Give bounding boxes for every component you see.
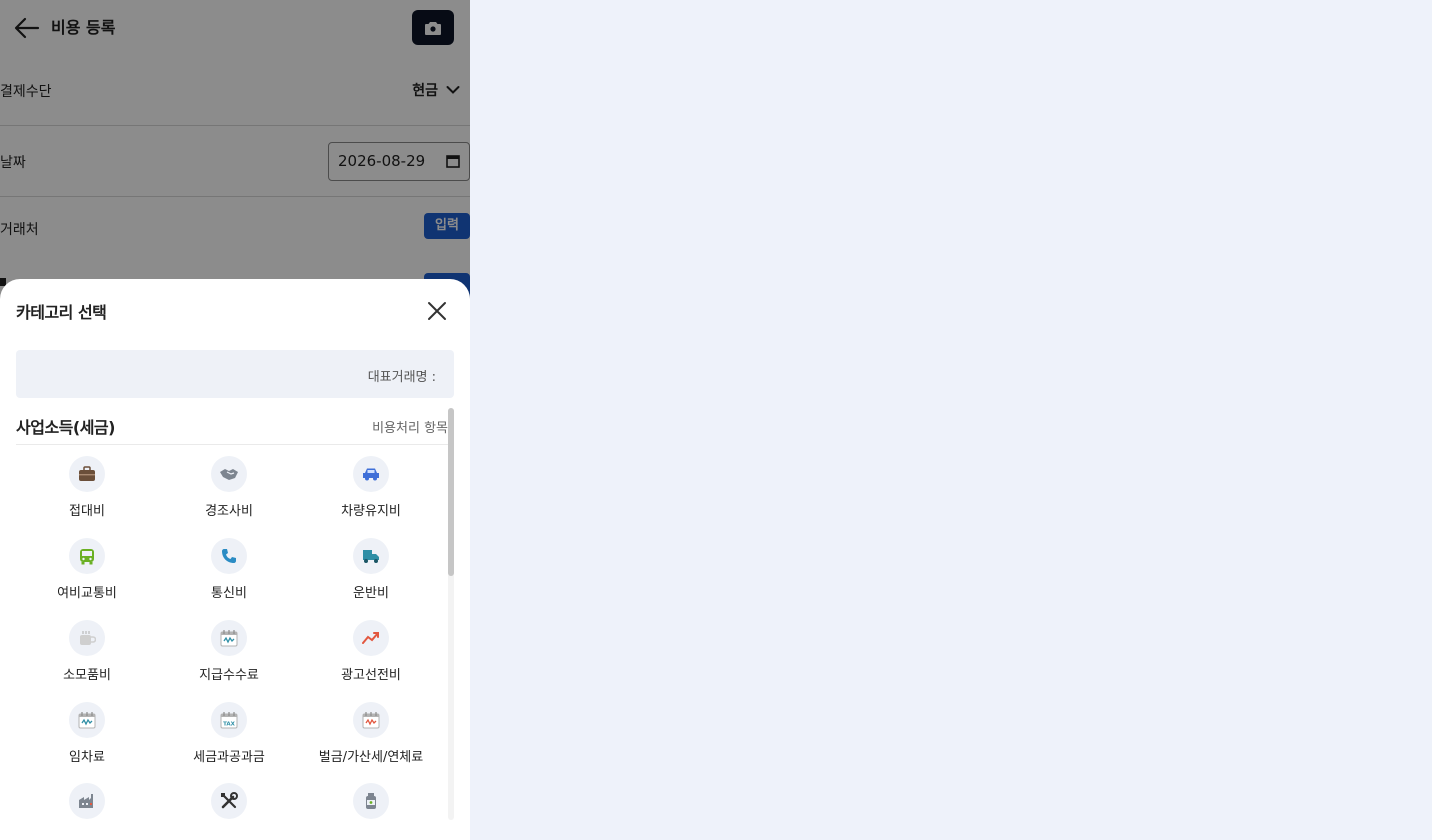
category-label: 여비교통비 [57,586,117,601]
representative-name-box: 대표거래명 : [16,350,454,398]
svg-text:TAX: TAX [223,722,236,728]
briefcase-icon [69,456,105,492]
category-label: 임차료 [69,750,105,765]
category-label: 지급수수료 [199,668,259,683]
category-item[interactable]: 통신비 [158,538,300,601]
factory-icon [69,783,105,819]
expense-app: 비용 등록 결제수단 현금 날짜 2026-08-29 거래처 입력 카테고리 … [0,0,470,840]
category-item[interactable]: 소모품비 [16,620,158,683]
section-subtitle: 비용처리 항목 [372,421,448,436]
category-label: 벌금/가산세/연체료 [318,750,424,765]
bottle-icon [353,783,389,819]
phone-icon [211,538,247,574]
category-item[interactable] [16,783,158,819]
category-label: 통신비 [211,586,247,601]
category-item[interactable]: 벌금/가산세/연체료 [300,702,442,765]
category-item[interactable]: 지급수수료 [158,620,300,683]
sheet-title: 카테고리 선택 [16,303,107,322]
scrollbar[interactable] [448,408,454,820]
scrollbar-thumb[interactable] [448,408,454,576]
category-label: 운반비 [353,586,389,601]
receipt-icon [211,620,247,656]
penalty-icon [353,702,389,738]
truck-icon [353,538,389,574]
handshake-icon [211,456,247,492]
category-label: 차량유지비 [341,504,401,519]
trend-up-icon [353,620,389,656]
tools-icon [211,783,247,819]
calendar-icon [69,702,105,738]
category-item[interactable]: 접대비 [16,456,158,519]
bus-icon [69,538,105,574]
category-label: 경조사비 [205,504,253,519]
category-label: 접대비 [69,504,105,519]
category-item[interactable] [158,783,300,819]
category-bottom-sheet: 카테고리 선택 대표거래명 : 사업소득(세금) 비용처리 항목 접대비 경조사… [0,279,470,840]
close-icon[interactable] [426,300,448,322]
category-item[interactable] [300,783,442,819]
category-label: 광고선전비 [341,668,401,683]
category-item[interactable]: TAX 세금과공과금 [158,702,300,765]
category-label: 세금과공과금 [193,750,265,765]
category-item[interactable]: 차량유지비 [300,456,442,519]
category-item[interactable]: 경조사비 [158,456,300,519]
section-title: 사업소득(세금) [16,418,115,437]
category-item[interactable]: 임차료 [16,702,158,765]
car-icon [353,456,389,492]
category-item[interactable]: 운반비 [300,538,442,601]
tax-icon: TAX [211,702,247,738]
coffee-icon [69,620,105,656]
category-item[interactable]: 여비교통비 [16,538,158,601]
category-label: 소모품비 [63,668,111,683]
category-item[interactable]: 광고선전비 [300,620,442,683]
representative-name-label: 대표거래명 : [367,370,436,385]
section-header: 사업소득(세금) 비용처리 항목 [16,413,448,445]
